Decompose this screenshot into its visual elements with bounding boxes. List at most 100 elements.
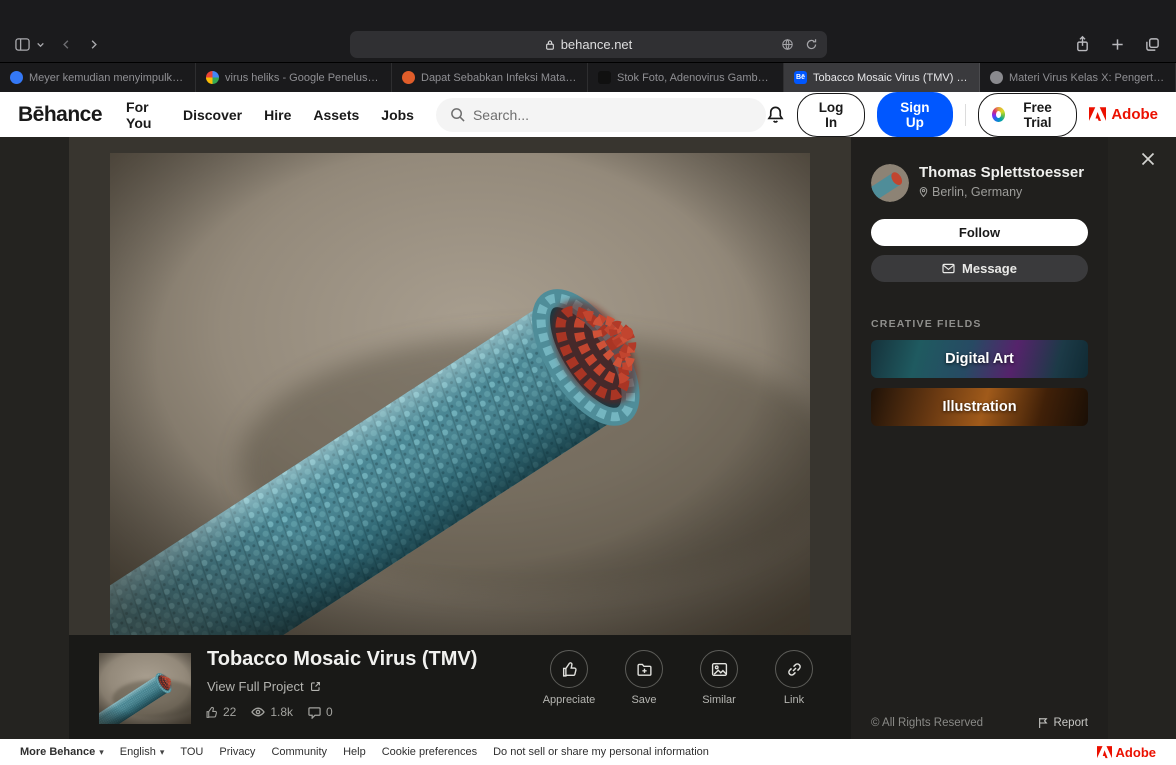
tab-overview-icon[interactable] (1145, 37, 1160, 52)
tab-bar: Meyer kemudian menyimpulkan... virus hel… (0, 62, 1176, 92)
envelope-icon (942, 263, 955, 274)
project-title: Tobacco Mosaic Virus (TMV) (207, 648, 478, 670)
more-behance-label: More Behance (20, 746, 96, 758)
appreciate-action[interactable]: Appreciate (538, 650, 600, 706)
browser-tab[interactable]: Materi Virus Kelas X: Pengertian,... (980, 63, 1176, 92)
back-arrow-icon[interactable] (61, 36, 72, 53)
chevron-down-icon[interactable] (36, 40, 45, 49)
project-stats: 22 1.8k 0 (205, 705, 333, 719)
project-thumbnail[interactable] (99, 653, 191, 724)
caret-down-icon: ▾ (99, 746, 104, 757)
comments-count: 0 (326, 705, 333, 719)
divider (965, 103, 966, 126)
site-favicon-blue (10, 71, 23, 84)
eye-icon (251, 706, 266, 718)
footer-link-tou[interactable]: TOU (180, 746, 203, 758)
appreciations-stat: 22 (205, 705, 236, 719)
nav-item-hire[interactable]: Hire (264, 107, 291, 123)
avatar[interactable] (871, 164, 909, 202)
footer-link-cookie-preferences[interactable]: Cookie preferences (382, 746, 477, 758)
browser-window: behance.net Meyer kemudian menyimpulkan.… (0, 0, 1176, 765)
message-button[interactable]: Message (871, 255, 1088, 282)
thumbs-up-icon (205, 706, 218, 719)
browser-toolbar: behance.net (0, 0, 1176, 62)
similar-label: Similar (702, 694, 736, 706)
follow-button[interactable]: Follow (871, 219, 1088, 246)
search-input[interactable] (472, 106, 753, 123)
search-bar[interactable] (435, 97, 767, 132)
link-action[interactable]: Link (763, 650, 825, 706)
save-label: Save (631, 694, 657, 706)
view-full-project-label: View Full Project (207, 679, 304, 694)
forward-arrow-icon[interactable] (88, 36, 99, 53)
url-text: behance.net (560, 37, 633, 52)
folder-plus-icon[interactable] (625, 650, 663, 688)
page-footer: More Behance ▾ English ▾ TOU Privacy Com… (0, 739, 1176, 765)
address-bar[interactable]: behance.net (350, 31, 827, 58)
rights-text: © All Rights Reserved (871, 717, 984, 729)
nav-item-for-you[interactable]: For You (126, 99, 161, 131)
project-viewer (69, 137, 851, 635)
caret-down-icon: ▾ (159, 746, 165, 757)
save-action[interactable]: Save (613, 650, 675, 706)
location-pin-icon (919, 186, 928, 198)
share-icon[interactable] (1075, 35, 1090, 53)
footer-link-privacy[interactable]: Privacy (219, 746, 255, 758)
tab-title: Meyer kemudian menyimpulkan... (29, 71, 185, 84)
close-icon[interactable] (1137, 148, 1159, 170)
translate-icon[interactable] (781, 38, 794, 51)
behance-logo[interactable]: Bēhance (18, 103, 103, 127)
browser-tab[interactable]: Meyer kemudian menyimpulkan... (0, 63, 196, 92)
free-trial-button[interactable]: Free Trial (977, 92, 1078, 137)
sidebar-panel-icon[interactable] (14, 37, 31, 52)
thumbs-up-icon[interactable] (550, 650, 588, 688)
views-count: 1.8k (270, 705, 294, 719)
report-link[interactable]: Report (1038, 717, 1088, 729)
more-behance-dropdown[interactable]: More Behance ▾ (20, 746, 104, 758)
footer-link-help[interactable]: Help (343, 746, 366, 758)
project-hero-image (110, 153, 810, 635)
sign-up-button[interactable]: Sign Up (876, 92, 954, 137)
project-overlay: Thomas Splettstoesser Berlin, Germany Fo… (0, 137, 1176, 739)
report-label: Report (1053, 717, 1088, 729)
profile-location: Berlin, Germany (932, 185, 1023, 199)
adobe-logo[interactable]: Adobe (1089, 106, 1158, 123)
browser-tab[interactable]: Dapat Sebabkan Infeksi Mata, Ini... (392, 63, 588, 92)
profile-name[interactable]: Thomas Splettstoesser (919, 164, 1084, 182)
image-icon[interactable] (700, 650, 738, 688)
nav-item-assets[interactable]: Assets (313, 107, 359, 123)
reload-icon[interactable] (805, 38, 818, 51)
google-favicon (206, 71, 219, 84)
comments-stat: 0 (308, 705, 333, 719)
chain-link-icon[interactable] (775, 650, 813, 688)
tab-title: virus heliks - Google Penelusuran (225, 71, 381, 84)
nav-item-jobs[interactable]: Jobs (381, 107, 414, 123)
language-dropdown[interactable]: English ▾ (120, 746, 165, 758)
browser-tab-active[interactable]: Bē Tobacco Mosaic Virus (TMV) | Be... (784, 63, 980, 92)
creative-field-digital-art[interactable]: Digital Art (871, 340, 1088, 378)
creative-fields-heading: CREATIVE FIELDS (871, 318, 982, 330)
new-tab-icon[interactable] (1110, 37, 1125, 52)
bell-icon[interactable] (766, 105, 785, 124)
link-label: Link (783, 694, 805, 706)
footer-link-do-not-sell[interactable]: Do not sell or share my personal informa… (493, 746, 709, 758)
behance-header: Bēhance For You Discover Hire Assets Job… (0, 92, 1176, 137)
browser-tab[interactable]: virus heliks - Google Penelusuran (196, 63, 392, 92)
site-favicon-red (402, 71, 415, 84)
tab-title: Dapat Sebabkan Infeksi Mata, Ini... (421, 71, 577, 84)
adobe-wordmark: Adobe (1111, 106, 1158, 123)
tab-title: Tobacco Mosaic Virus (TMV) | Be... (813, 71, 969, 84)
log-in-button[interactable]: Log In (797, 92, 865, 137)
creative-field-illustration[interactable]: Illustration (871, 388, 1088, 426)
profile-sidebar: Thomas Splettstoesser Berlin, Germany Fo… (851, 137, 1108, 739)
nav-item-discover[interactable]: Discover (183, 107, 242, 123)
appreciations-count: 22 (223, 705, 237, 719)
site-favicon-gray (990, 71, 1003, 84)
adobe-wordmark: Adobe (1115, 744, 1156, 760)
footer-link-community[interactable]: Community (271, 746, 327, 758)
similar-action[interactable]: Similar (688, 650, 750, 706)
behance-favicon: Bē (794, 71, 807, 84)
view-full-project-link[interactable]: View Full Project (207, 679, 321, 694)
adobe-logo[interactable]: Adobe (1096, 744, 1156, 760)
browser-tab[interactable]: Stok Foto, Adenovirus Gambar B... (588, 63, 784, 92)
